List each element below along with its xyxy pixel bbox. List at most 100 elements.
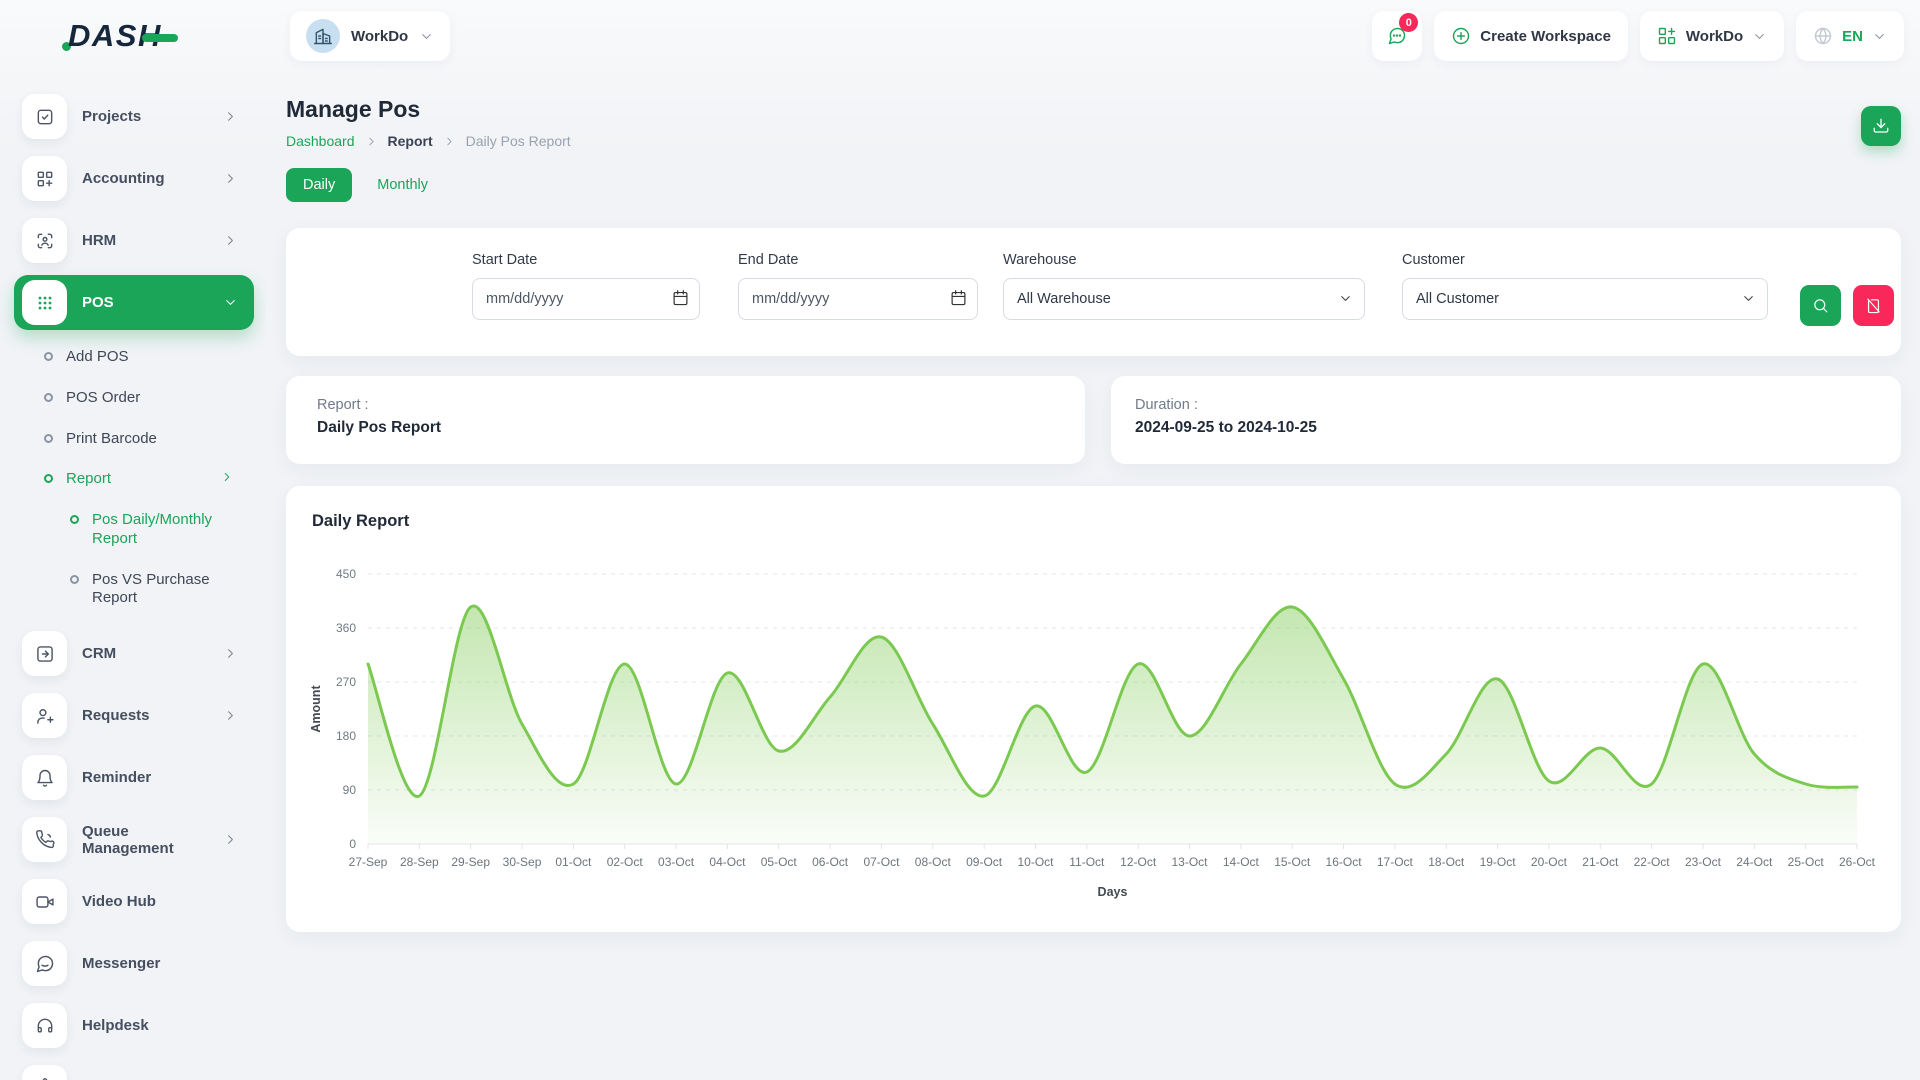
- sidebar-item-video-hub[interactable]: Video Hub: [14, 874, 254, 929]
- chevron-down-icon: [419, 29, 434, 44]
- sidebar-item-reminder[interactable]: Reminder: [14, 750, 254, 805]
- warehouse-label: Warehouse: [1003, 252, 1365, 268]
- report-value: Daily Pos Report: [317, 419, 1054, 437]
- create-workspace-button[interactable]: Create Workspace: [1434, 11, 1628, 61]
- warehouse-select[interactable]: All Warehouse: [1003, 278, 1365, 320]
- sidebar-nav: Projects Accounting HRM POS Add POS POS …: [0, 78, 266, 1080]
- workdo-menu-button[interactable]: WorkDo: [1640, 11, 1784, 61]
- chevron-right-icon: [223, 233, 238, 248]
- sidebar-item-hrm[interactable]: HRM: [14, 213, 254, 268]
- search-icon: [1812, 297, 1829, 314]
- svg-text:12-Oct: 12-Oct: [1120, 855, 1157, 869]
- svg-text:90: 90: [343, 783, 357, 797]
- download-button[interactable]: [1861, 106, 1901, 146]
- start-date-input[interactable]: [472, 278, 700, 320]
- sidebar-item-pos-order[interactable]: POS Order: [14, 378, 254, 419]
- sidebar-item-projects[interactable]: Projects: [14, 89, 254, 144]
- svg-text:06-Oct: 06-Oct: [812, 855, 849, 869]
- chevron-right-icon: [223, 708, 238, 723]
- bullet-icon: [70, 515, 79, 524]
- messages-button[interactable]: 0: [1372, 11, 1422, 61]
- chevron-right-icon: [443, 135, 456, 148]
- chart-title: Daily Report: [312, 512, 409, 531]
- sidebar-item-pos-daily-monthly-report[interactable]: Pos Daily/Monthly Report: [14, 500, 254, 560]
- bullet-icon: [44, 393, 53, 402]
- sidebar-item-crm[interactable]: CRM: [14, 626, 254, 681]
- sidebar-item-queue-management[interactable]: Queue Management: [14, 812, 254, 867]
- language-selector[interactable]: EN: [1796, 11, 1904, 61]
- svg-text:15-Oct: 15-Oct: [1274, 855, 1311, 869]
- breadcrumb-dashboard[interactable]: Dashboard: [286, 133, 355, 149]
- svg-text:03-Oct: 03-Oct: [658, 855, 695, 869]
- sidebar-item-report[interactable]: Report: [14, 459, 254, 500]
- logo-dash: [142, 34, 178, 42]
- svg-text:05-Oct: 05-Oct: [761, 855, 798, 869]
- svg-text:20-Oct: 20-Oct: [1531, 855, 1568, 869]
- video-icon: [22, 879, 67, 924]
- hrm-icon: [22, 218, 67, 263]
- reminder-icon: [22, 755, 67, 800]
- end-date-input[interactable]: [738, 278, 978, 320]
- svg-text:09-Oct: 09-Oct: [966, 855, 1003, 869]
- chevron-right-icon: [223, 171, 238, 186]
- sidebar-item-pos[interactable]: POS: [14, 275, 254, 330]
- chevron-down-icon: [1752, 29, 1767, 44]
- start-date-label: Start Date: [472, 252, 700, 268]
- bullet-icon: [70, 575, 79, 584]
- grid-plus-icon: [1657, 26, 1677, 46]
- report-tabs: Daily Monthly: [286, 168, 445, 202]
- svg-text:180: 180: [336, 729, 356, 743]
- plus-circle-icon: [1451, 26, 1471, 46]
- search-button[interactable]: [1800, 285, 1841, 326]
- svg-text:23-Oct: 23-Oct: [1685, 855, 1722, 869]
- workspace-selector[interactable]: WorkDo: [290, 11, 450, 61]
- svg-text:26-Oct: 26-Oct: [1839, 855, 1876, 869]
- breadcrumb-report[interactable]: Report: [388, 133, 433, 149]
- sidebar-item-add-pos[interactable]: Add POS: [14, 337, 254, 378]
- sidebar-item-messenger[interactable]: Messenger: [14, 936, 254, 991]
- sidebar-item-pos-vs-purchase-report[interactable]: Pos VS Purchase Report: [14, 560, 254, 620]
- projects-icon: [22, 94, 67, 139]
- svg-text:0: 0: [349, 837, 356, 851]
- bullet-icon: [44, 474, 53, 483]
- sidebar-item-settings[interactable]: Settings: [14, 1060, 254, 1080]
- messages-badge: 0: [1399, 13, 1418, 32]
- svg-text:01-Oct: 01-Oct: [555, 855, 592, 869]
- svg-text:04-Oct: 04-Oct: [709, 855, 746, 869]
- svg-text:29-Sep: 29-Sep: [451, 855, 490, 869]
- sidebar-item-print-barcode[interactable]: Print Barcode: [14, 419, 254, 460]
- bullet-icon: [44, 434, 53, 443]
- chevron-right-icon: [220, 470, 234, 484]
- duration-summary-card: Duration : 2024-09-25 to 2024-10-25: [1111, 376, 1901, 464]
- sidebar-item-helpdesk[interactable]: Helpdesk: [14, 998, 254, 1053]
- messenger-icon: [22, 941, 67, 986]
- sidebar-item-accounting[interactable]: Accounting: [14, 151, 254, 206]
- queue-icon: [22, 817, 67, 862]
- tab-daily[interactable]: Daily: [286, 168, 352, 202]
- chevron-right-icon: [223, 646, 238, 661]
- chevron-right-icon: [223, 832, 238, 847]
- svg-text:02-Oct: 02-Oct: [607, 855, 644, 869]
- svg-text:30-Sep: 30-Sep: [503, 855, 542, 869]
- duration-label: Duration :: [1135, 397, 1877, 413]
- tab-monthly[interactable]: Monthly: [360, 168, 445, 202]
- helpdesk-icon: [22, 1003, 67, 1048]
- svg-text:24-Oct: 24-Oct: [1736, 855, 1773, 869]
- svg-text:07-Oct: 07-Oct: [863, 855, 900, 869]
- svg-text:11-Oct: 11-Oct: [1069, 855, 1105, 869]
- requests-icon: [22, 693, 67, 738]
- svg-text:22-Oct: 22-Oct: [1634, 855, 1671, 869]
- svg-text:17-Oct: 17-Oct: [1377, 855, 1414, 869]
- area-chart-svg: 09018027036045027-Sep28-Sep29-Sep30-Sep0…: [306, 558, 1879, 904]
- svg-text:360: 360: [336, 621, 356, 635]
- accounting-icon: [22, 156, 67, 201]
- report-summary-card: Report : Daily Pos Report: [286, 376, 1085, 464]
- svg-text:27-Sep: 27-Sep: [349, 855, 388, 869]
- report-label: Report :: [317, 397, 1054, 413]
- workspace-name: WorkDo: [351, 28, 408, 45]
- chevron-down-icon: [1872, 29, 1887, 44]
- reset-button[interactable]: [1853, 285, 1894, 326]
- globe-icon: [1813, 26, 1833, 46]
- customer-select[interactable]: All Customer: [1402, 278, 1768, 320]
- sidebar-item-requests[interactable]: Requests: [14, 688, 254, 743]
